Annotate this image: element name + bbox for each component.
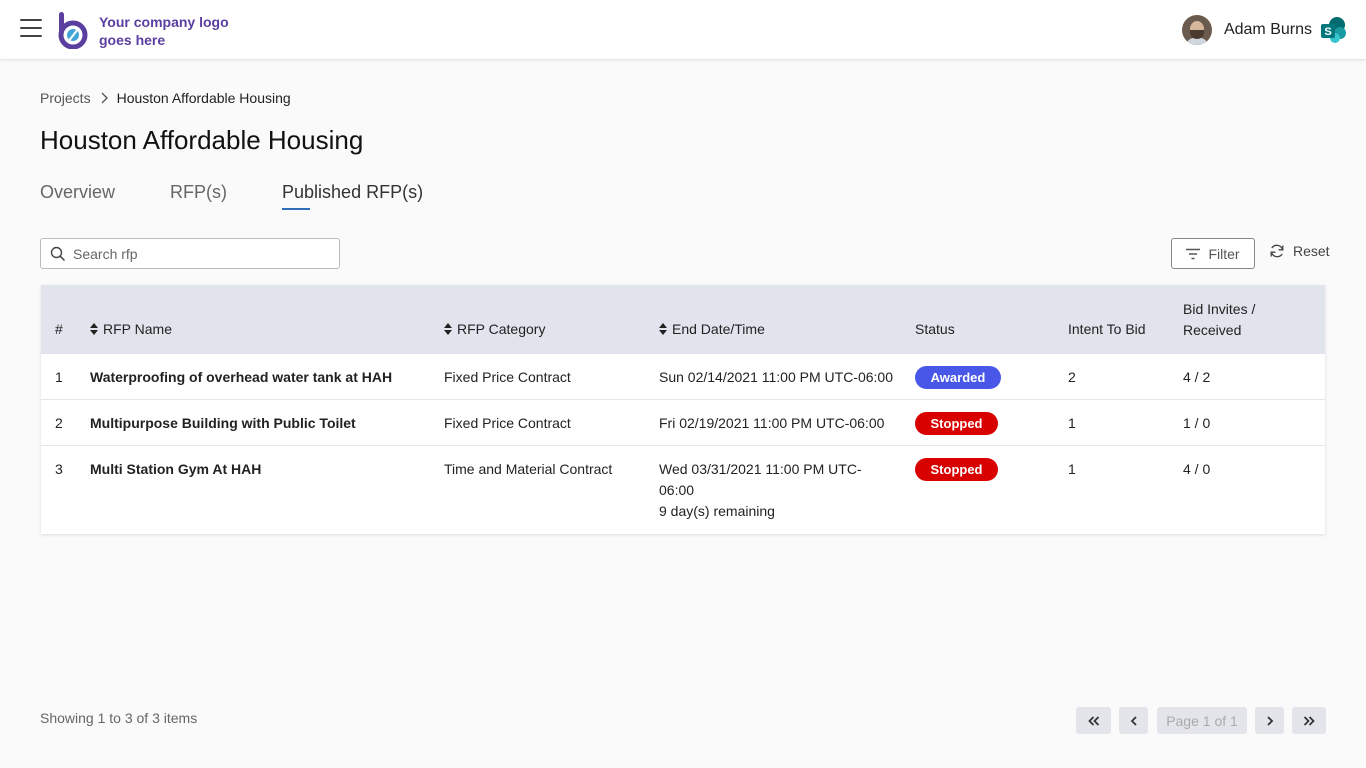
breadcrumb: Projects Houston Affordable Housing <box>40 90 291 106</box>
end-date-continued: 06:00 <box>659 482 695 498</box>
rfp-name-link[interactable]: Multi Station Gym At HAH <box>90 459 261 480</box>
status-badge: Awarded <box>915 366 1001 389</box>
table-row[interactable]: 2 Multipurpose Building with Public Toil… <box>41 400 1325 446</box>
logo-text: Your company logo goes here <box>99 14 229 48</box>
intent-to-bid: 1 <box>1068 415 1076 431</box>
bid-invites-received: 4 / 0 <box>1183 461 1211 477</box>
rfp-category: Fixed Price Contract <box>444 369 571 385</box>
breadcrumb-current: Houston Affordable Housing <box>116 90 291 106</box>
refresh-icon <box>1270 244 1284 258</box>
row-number: 1 <box>55 369 63 385</box>
filter-button[interactable]: Filter <box>1171 238 1255 269</box>
reset-button-label: Reset <box>1293 243 1330 259</box>
tab-bar: Overview RFP(s) Published RFP(s) <box>40 182 478 210</box>
column-header-bid-invites: Bid Invites / Received <box>1183 301 1256 338</box>
previous-page-button[interactable] <box>1119 707 1148 734</box>
table-row[interactable]: 1 Waterproofing of overhead water tank a… <box>41 354 1325 400</box>
intent-to-bid: 1 <box>1068 461 1076 477</box>
sharepoint-icon: S <box>1321 17 1346 43</box>
row-number: 2 <box>55 415 63 431</box>
status-badge: Stopped <box>915 458 998 481</box>
hamburger-menu-icon[interactable] <box>20 19 42 37</box>
bid-invites-received: 1 / 0 <box>1183 415 1211 431</box>
tab-overview[interactable]: Overview <box>40 182 115 210</box>
rfp-name-link[interactable]: Waterproofing of overhead water tank at … <box>90 367 392 388</box>
tab-published-rfps[interactable]: Published RFP(s) <box>282 182 423 210</box>
search-icon <box>50 246 66 261</box>
rfp-category: Fixed Price Contract <box>444 415 571 431</box>
company-logo-icon <box>58 12 88 49</box>
svg-text:S: S <box>1324 26 1331 38</box>
search-input[interactable] <box>73 245 323 262</box>
days-remaining: 9 day(s) remaining <box>659 503 775 519</box>
next-page-button[interactable] <box>1255 707 1284 734</box>
rfp-table: # RFP Name RFP Category End Date/Time St… <box>41 285 1325 534</box>
search-box[interactable] <box>40 238 340 269</box>
sort-icon <box>90 323 98 335</box>
column-header-rfp-name-label: RFP Name <box>103 321 172 337</box>
column-header-rfp-category-label: RFP Category <box>457 321 546 337</box>
column-header-end-date[interactable]: End Date/Time <box>659 321 765 337</box>
reset-button[interactable]: Reset <box>1269 243 1330 259</box>
chevron-right-icon <box>101 92 108 104</box>
end-date: Sun 02/14/2021 11:00 PM UTC-06:00 <box>659 369 894 385</box>
chevron-left-icon <box>1130 715 1137 726</box>
column-header-rfp-category[interactable]: RFP Category <box>444 321 545 337</box>
column-header-status: Status <box>915 321 955 337</box>
intent-to-bid: 2 <box>1068 369 1076 385</box>
column-header-number: # <box>55 321 63 337</box>
user-name: Adam Burns <box>1223 21 1312 38</box>
end-date: Fri 02/19/2021 11:00 PM UTC-06:00 <box>659 415 885 431</box>
last-page-button[interactable] <box>1292 707 1326 734</box>
rfp-name-link[interactable]: Multipurpose Building with Public Toilet <box>90 413 356 434</box>
page-title: Houston Affordable Housing <box>40 125 364 155</box>
rfp-category: Time and Material Contract <box>444 461 613 477</box>
double-chevron-left-icon <box>1087 715 1099 726</box>
filter-icon <box>1186 248 1201 259</box>
table-header: # RFP Name RFP Category End Date/Time St… <box>41 285 1325 354</box>
row-number: 3 <box>55 461 63 477</box>
end-date: Wed 03/31/2021 11:00 PM UTC- <box>659 461 862 477</box>
column-header-intent-to-bid: Intent To Bid <box>1068 321 1146 337</box>
filter-button-label: Filter <box>1208 245 1240 262</box>
column-header-end-date-label: End Date/Time <box>672 321 765 337</box>
sort-icon <box>659 323 667 335</box>
avatar[interactable] <box>1181 15 1212 45</box>
breadcrumb-projects-link[interactable]: Projects <box>40 90 91 106</box>
column-header-rfp-name[interactable]: RFP Name <box>90 321 172 337</box>
chevron-right-icon <box>1266 715 1273 726</box>
tab-rfps[interactable]: RFP(s) <box>170 182 227 210</box>
table-row[interactable]: 3 Multi Station Gym At HAH Time and Mate… <box>41 446 1325 534</box>
user-menu[interactable]: Adam Burns S <box>1181 14 1348 46</box>
pagination-summary: Showing 1 to 3 of 3 items <box>40 710 198 726</box>
sort-icon <box>444 323 452 335</box>
status-badge: Stopped <box>915 412 998 435</box>
double-chevron-right-icon <box>1303 715 1315 726</box>
page-indicator: Page 1 of 1 <box>1157 707 1247 734</box>
first-page-button[interactable] <box>1076 707 1111 734</box>
top-bar: Your company logo goes here Adam Burns S <box>0 0 1366 60</box>
bid-invites-received: 4 / 2 <box>1183 369 1211 385</box>
